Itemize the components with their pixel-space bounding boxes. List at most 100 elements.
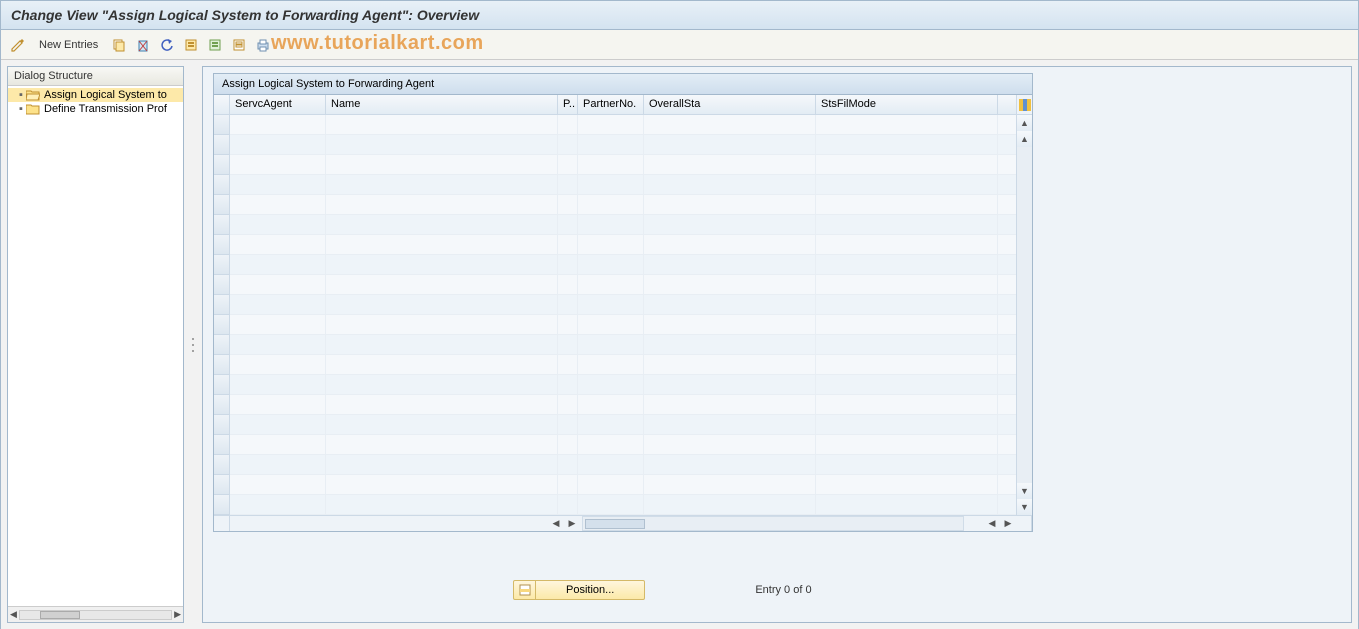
table-settings-icon[interactable] [1017, 95, 1032, 115]
panel-splitter[interactable] [190, 66, 196, 623]
row-selector[interactable] [214, 255, 229, 275]
table-cell[interactable] [326, 195, 558, 214]
table-cell[interactable] [644, 135, 816, 154]
table-cell[interactable] [644, 495, 816, 514]
scroll-thumb[interactable] [40, 611, 80, 619]
table-cell[interactable] [230, 415, 326, 434]
table-cell[interactable] [230, 455, 326, 474]
table-cell[interactable] [816, 375, 998, 394]
row-selector[interactable] [214, 215, 229, 235]
copy-icon[interactable] [110, 36, 128, 54]
row-selector-header[interactable] [214, 95, 229, 115]
row-selector[interactable] [214, 315, 229, 335]
table-cell[interactable] [230, 435, 326, 454]
table-cell[interactable] [816, 455, 998, 474]
scroll-track[interactable] [19, 610, 172, 620]
table-cell[interactable] [326, 255, 558, 274]
table-cell[interactable] [816, 155, 998, 174]
column-header[interactable]: Name [326, 95, 558, 114]
row-selector[interactable] [214, 135, 229, 155]
table-cell[interactable] [558, 495, 578, 514]
table-cell[interactable] [578, 235, 644, 254]
row-selector[interactable] [214, 475, 229, 495]
tree-hscrollbar[interactable]: ◀ ▶ [8, 606, 183, 622]
table-cell[interactable] [230, 315, 326, 334]
table-cell[interactable] [326, 135, 558, 154]
table-cell[interactable] [578, 315, 644, 334]
table-cell[interactable] [578, 115, 644, 134]
new-entries-button[interactable]: New Entries [33, 37, 104, 53]
scroll-up-icon[interactable]: ▲ [1017, 115, 1032, 131]
table-cell[interactable] [230, 475, 326, 494]
table-cell[interactable] [578, 435, 644, 454]
table-cell[interactable] [578, 495, 644, 514]
table-cell[interactable] [326, 215, 558, 234]
table-cell[interactable] [230, 195, 326, 214]
row-selector[interactable] [214, 455, 229, 475]
table-cell[interactable] [326, 475, 558, 494]
table-cell[interactable] [558, 275, 578, 294]
scroll-right-icon[interactable]: ▶ [564, 516, 580, 532]
row-selector[interactable] [214, 435, 229, 455]
table-cell[interactable] [558, 335, 578, 354]
table-cell[interactable] [644, 155, 816, 174]
table-cell[interactable] [644, 235, 816, 254]
table-cell[interactable] [644, 315, 816, 334]
table-cell[interactable] [230, 215, 326, 234]
table-cell[interactable] [558, 155, 578, 174]
row-selector[interactable] [214, 195, 229, 215]
table-cell[interactable] [644, 215, 816, 234]
table-cell[interactable] [230, 335, 326, 354]
delete-icon[interactable] [134, 36, 152, 54]
table-cell[interactable] [644, 255, 816, 274]
hscroll-thumb[interactable] [585, 519, 645, 529]
table-cell[interactable] [578, 175, 644, 194]
select-block-icon[interactable] [206, 36, 224, 54]
row-selector[interactable] [214, 295, 229, 315]
column-header[interactable]: StsFilMode [816, 95, 998, 114]
table-cell[interactable] [816, 175, 998, 194]
scroll-left-icon[interactable]: ◀ [548, 516, 564, 532]
table-cell[interactable] [558, 455, 578, 474]
table-cell[interactable] [644, 435, 816, 454]
table-cell[interactable] [558, 195, 578, 214]
row-selector[interactable] [214, 155, 229, 175]
table-cell[interactable] [326, 295, 558, 314]
tree-item-define-transmission[interactable]: ▪ Define Transmission Prof [8, 102, 183, 116]
table-cell[interactable] [558, 355, 578, 374]
table-cell[interactable] [644, 355, 816, 374]
table-cell[interactable] [644, 275, 816, 294]
row-selector[interactable] [214, 395, 229, 415]
tree-item-assign-logical[interactable]: ▪ Assign Logical System to [8, 88, 183, 102]
table-cell[interactable] [816, 395, 998, 414]
table-cell[interactable] [816, 195, 998, 214]
row-selector[interactable] [214, 355, 229, 375]
table-cell[interactable] [326, 235, 558, 254]
table-cell[interactable] [578, 295, 644, 314]
column-header[interactable]: PartnerNo. [578, 95, 644, 114]
table-cell[interactable] [644, 455, 816, 474]
row-selector[interactable] [214, 375, 229, 395]
table-cell[interactable] [644, 395, 816, 414]
table-cell[interactable] [816, 295, 998, 314]
position-button[interactable]: Position... [513, 580, 645, 600]
table-cell[interactable] [644, 375, 816, 394]
row-selector[interactable] [214, 335, 229, 355]
table-cell[interactable] [558, 135, 578, 154]
scroll-left-icon[interactable]: ◀ [984, 516, 1000, 532]
table-cell[interactable] [558, 435, 578, 454]
table-cell[interactable] [326, 355, 558, 374]
row-selector[interactable] [214, 275, 229, 295]
table-cell[interactable] [578, 375, 644, 394]
scroll-right-icon[interactable]: ▶ [174, 609, 181, 620]
table-cell[interactable] [558, 215, 578, 234]
table-cell[interactable] [230, 155, 326, 174]
column-header[interactable]: P.. [558, 95, 578, 114]
table-cell[interactable] [816, 495, 998, 514]
table-cell[interactable] [326, 275, 558, 294]
table-cell[interactable] [326, 435, 558, 454]
column-header[interactable]: OverallSta [644, 95, 816, 114]
table-cell[interactable] [816, 355, 998, 374]
deselect-all-icon[interactable] [230, 36, 248, 54]
table-cell[interactable] [578, 395, 644, 414]
